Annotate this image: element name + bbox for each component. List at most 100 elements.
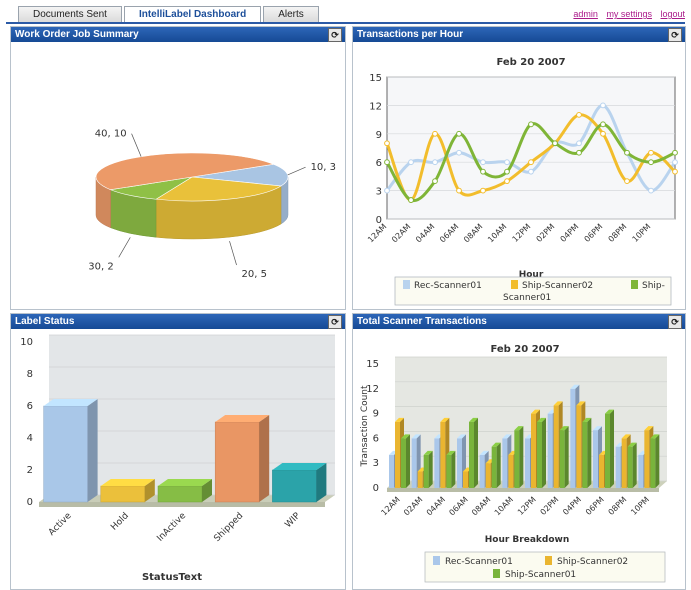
top-bar: Documents Sent IntelliLabel Dashboard Al… (0, 0, 691, 26)
legend-swatch (403, 280, 410, 289)
bar-side (564, 426, 569, 488)
bar-front (615, 446, 621, 488)
x-tick-label: 02PM (535, 222, 557, 244)
bar-side (474, 417, 478, 488)
tab-documents-sent[interactable]: Documents Sent (18, 6, 122, 23)
chart-title: Feb 20 2007 (490, 344, 559, 355)
x-tick-label: 08AM (470, 495, 492, 517)
x-tick-label: 02PM (539, 495, 561, 517)
series-point (600, 121, 606, 128)
refresh-icon[interactable]: ⟳ (668, 28, 682, 42)
series-point (480, 187, 486, 194)
series-point (384, 159, 390, 166)
bar-front (157, 485, 203, 503)
chart-floor-edge (387, 488, 659, 492)
x-tick-label: 12AM (379, 495, 401, 517)
x-tick-label: 06AM (447, 495, 469, 517)
series-point (432, 159, 438, 166)
series-point (384, 187, 390, 194)
admin-link[interactable]: admin (573, 9, 598, 19)
series-point (408, 159, 414, 166)
x-tick-label: 06PM (583, 222, 605, 244)
bar-front (502, 438, 508, 488)
tab-strip: Documents Sent IntelliLabel Dashboard Al… (18, 6, 319, 23)
x-tick-label: 04PM (561, 495, 583, 517)
series-point (672, 159, 678, 166)
x-tick-label: 10AM (486, 222, 508, 244)
panel-header: Label Status ⟳ (11, 314, 345, 329)
bar-front (627, 446, 633, 488)
y-tick-label: 9 (373, 409, 379, 420)
y-tick-label: 9 (376, 130, 382, 141)
refresh-icon[interactable]: ⟳ (668, 315, 682, 329)
y-tick-label: 6 (27, 401, 33, 412)
bar-side (428, 450, 433, 488)
series-point (480, 159, 486, 166)
series-point (624, 149, 630, 156)
chart-title: Feb 20 2007 (496, 57, 565, 68)
refresh-icon[interactable]: ⟳ (328, 28, 342, 42)
bar-side (610, 409, 614, 488)
bar-front (593, 430, 598, 488)
y-tick-label: 15 (369, 73, 382, 84)
my-settings-link[interactable]: my settings (606, 9, 652, 19)
tab-intellilabel-dashboard[interactable]: IntelliLabel Dashboard (123, 6, 262, 23)
bar-front (485, 463, 491, 488)
series-point (576, 111, 582, 118)
bar-front (491, 446, 497, 488)
bar-front (479, 454, 485, 488)
bar-front (559, 430, 565, 488)
bar-front (570, 388, 576, 488)
bar-side (655, 434, 660, 488)
bar-front (411, 438, 417, 488)
bar-front (537, 421, 542, 488)
bar-front (434, 438, 440, 488)
bar-front (395, 421, 400, 488)
legend-swatch (545, 556, 552, 565)
bar-front (514, 430, 520, 488)
legend-label: Rec-Scanner01 (414, 281, 482, 291)
bar-front (553, 405, 559, 488)
bar-front (469, 421, 474, 488)
y-tick-label: 15 (366, 359, 379, 370)
x-tick-label: 04AM (425, 495, 447, 517)
bar-front (605, 413, 610, 488)
x-tick-label: 10PM (631, 222, 653, 244)
bar-side (519, 426, 524, 488)
pie-slice-label: 10, 3 (311, 162, 336, 173)
bar-side (632, 442, 637, 488)
x-tick-label: 04PM (559, 222, 581, 244)
legend-swatch (433, 556, 440, 565)
x-axis-label: Hour Breakdown (485, 535, 570, 545)
logout-link[interactable]: logout (660, 9, 685, 19)
series-point (528, 168, 534, 175)
series-point (456, 187, 462, 194)
series-point (504, 168, 510, 175)
x-tick-label: 02AM (390, 222, 412, 244)
bar-side (496, 442, 501, 488)
x-tick-label: 08PM (607, 222, 629, 244)
tab-alerts[interactable]: Alerts (263, 6, 319, 23)
legend-label: Ship-Scanner02 (522, 281, 593, 291)
series-point (528, 159, 534, 166)
bar-front (401, 438, 406, 488)
series-point (432, 178, 438, 185)
x-tick-label: 10PM (629, 495, 651, 517)
pie-leader-line (287, 166, 306, 176)
y-tick-label: 6 (376, 158, 382, 169)
y-tick-label: 0 (27, 497, 33, 508)
panel-header: Total Scanner Transactions ⟳ (353, 314, 685, 329)
x-tick-label: 12PM (511, 222, 533, 244)
series-point (576, 140, 582, 147)
series-point (456, 149, 462, 156)
series-point (576, 149, 582, 156)
bar-front (463, 471, 468, 488)
label-status-bar-chart: 0 2 4 6 8 10 Active Hold InActive Shipped WIP Statu… (20, 334, 335, 583)
transactions-panel: Transactions per Hour ⟳ Feb 20 2007 0 3 6 9 1… (352, 26, 686, 310)
refresh-icon[interactable]: ⟳ (328, 315, 342, 329)
series-point (384, 140, 390, 147)
legend-label: Scanner01 (503, 293, 551, 303)
x-tick-label: 06AM (438, 222, 460, 244)
panel-title: Label Status (15, 316, 75, 327)
legend-swatch (511, 280, 518, 289)
